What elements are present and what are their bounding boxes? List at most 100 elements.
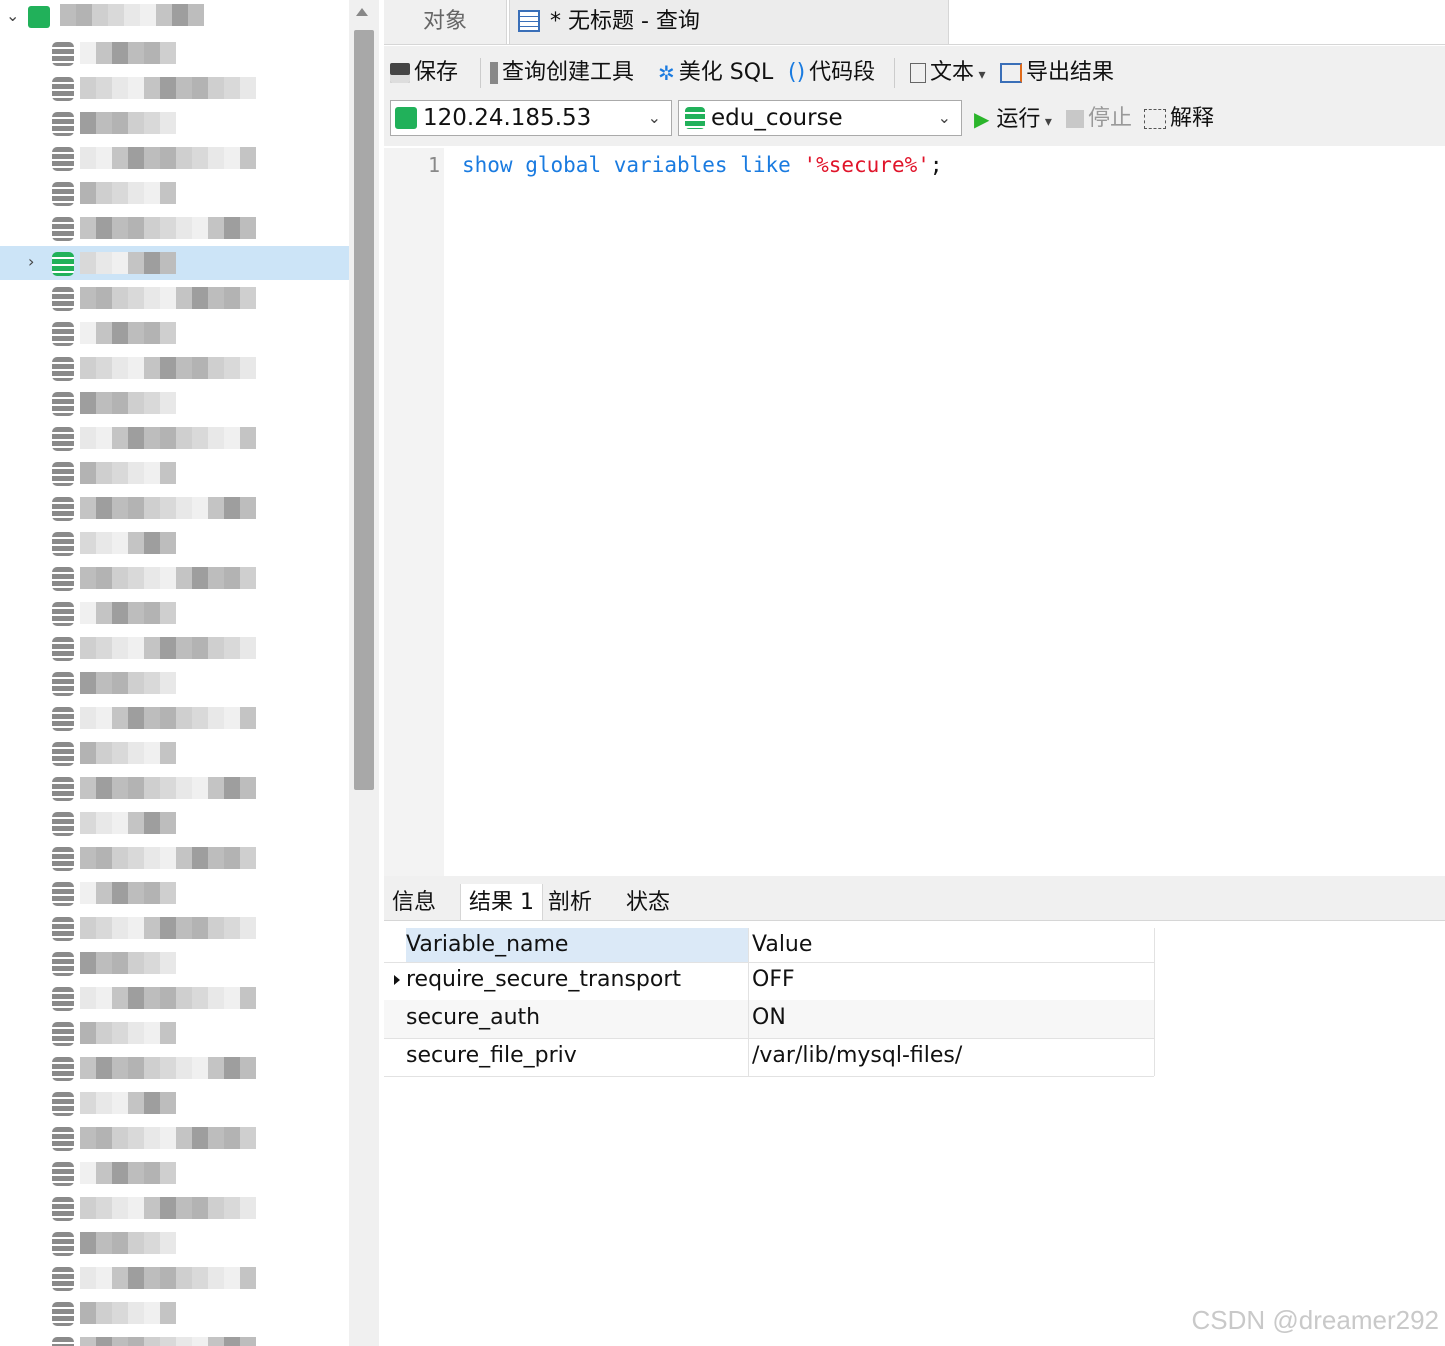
sql-code-line[interactable]: show global variables like '%secure%'; xyxy=(462,150,943,180)
database-node[interactable] xyxy=(0,1331,349,1346)
run-button[interactable]: ▶ 运行 ▾ xyxy=(974,104,1052,137)
database-node[interactable] xyxy=(0,211,349,245)
database-icon xyxy=(52,287,74,311)
cell-value[interactable]: OFF xyxy=(750,962,1155,1000)
column-header-value[interactable]: Value xyxy=(750,928,1155,962)
tab-query-label: * 无标题 - 查询 xyxy=(550,9,700,34)
database-node[interactable] xyxy=(0,701,349,735)
save-label: 保存 xyxy=(414,60,459,85)
database-node[interactable] xyxy=(0,1121,349,1155)
beautify-sql-button[interactable]: ✲ 美化 SQL xyxy=(658,58,773,88)
database-node[interactable] xyxy=(0,666,349,700)
database-node[interactable] xyxy=(0,36,349,70)
tab-status[interactable]: 状态 xyxy=(618,884,678,920)
text-mode-button[interactable]: 文本 ▾ xyxy=(910,58,986,90)
database-node[interactable] xyxy=(0,561,349,595)
database-node[interactable] xyxy=(0,281,349,315)
save-button[interactable]: 保存 xyxy=(390,58,458,88)
database-node[interactable] xyxy=(0,806,349,840)
connection-node[interactable]: ⌄ xyxy=(0,0,349,34)
tab-info[interactable]: 信息 xyxy=(384,884,444,920)
database-node[interactable]: › xyxy=(0,246,349,280)
tab-query[interactable]: * 无标题 - 查询 xyxy=(509,0,949,44)
database-node[interactable] xyxy=(0,911,349,945)
database-node[interactable] xyxy=(0,1261,349,1295)
redacted-database-name xyxy=(80,287,256,309)
database-node[interactable] xyxy=(0,771,349,805)
chevron-down-icon[interactable]: ⌄ xyxy=(6,6,19,25)
redacted-database-name xyxy=(80,1022,176,1044)
sql-editor[interactable]: 1 show global variables like '%secure%'; xyxy=(384,148,1445,876)
tab-profile[interactable]: 剖析 xyxy=(540,884,600,920)
export-label: 导出结果 xyxy=(1026,60,1115,85)
database-node[interactable] xyxy=(0,1156,349,1190)
database-icon xyxy=(52,1337,74,1346)
database-select[interactable]: edu_course ⌄ xyxy=(678,100,962,136)
database-node[interactable] xyxy=(0,596,349,630)
database-node[interactable] xyxy=(0,841,349,875)
cell-variable-name[interactable]: require_secure_transport xyxy=(406,962,749,1000)
tab-bar: 对象 * 无标题 - 查询 xyxy=(384,0,1445,45)
code-snippet-button[interactable]: () 代码段 xyxy=(788,58,875,88)
query-toolbar: 保存 查询创建工具 ✲ 美化 SQL () 代码段 文本 ▾ 导出结果 120.24… xyxy=(384,46,1445,146)
database-icon xyxy=(52,987,74,1011)
cell-value[interactable]: /var/lib/mysql-files/ xyxy=(750,1038,1155,1076)
database-node[interactable] xyxy=(0,456,349,490)
connection-icon xyxy=(395,107,417,129)
database-node[interactable] xyxy=(0,1226,349,1260)
redacted-connection-name xyxy=(60,4,204,26)
connection-select[interactable]: 120.24.185.53 ⌄ xyxy=(390,100,672,136)
database-icon xyxy=(52,252,74,276)
scrollbar-thumb[interactable] xyxy=(354,30,374,790)
database-node[interactable] xyxy=(0,981,349,1015)
database-node[interactable] xyxy=(0,491,349,525)
database-node[interactable] xyxy=(0,176,349,210)
query-builder-button[interactable]: 查询创建工具 xyxy=(490,58,634,88)
cell-variable-name[interactable]: secure_file_priv xyxy=(406,1038,749,1076)
database-node[interactable] xyxy=(0,421,349,455)
column-header-variable-name[interactable]: Variable_name xyxy=(406,928,749,962)
database-icon xyxy=(52,882,74,906)
database-node[interactable] xyxy=(0,141,349,175)
redacted-database-name xyxy=(80,182,176,204)
database-icon xyxy=(52,1267,74,1291)
database-node[interactable] xyxy=(0,1086,349,1120)
export-results-button[interactable]: 导出结果 xyxy=(1000,58,1114,88)
redacted-database-name xyxy=(80,567,256,589)
redacted-database-name xyxy=(80,392,176,414)
database-node[interactable] xyxy=(0,316,349,350)
database-node[interactable] xyxy=(0,106,349,140)
run-label: 运行 xyxy=(996,107,1041,132)
navigation-sidebar[interactable]: ⌄ › xyxy=(0,0,349,1346)
database-node[interactable] xyxy=(0,876,349,910)
database-icon xyxy=(52,1057,74,1081)
tab-result-1[interactable]: 结果 1 xyxy=(460,884,543,920)
chevron-down-icon: ⌄ xyxy=(647,108,661,127)
cell-value[interactable]: ON xyxy=(750,1000,1155,1038)
dropdown-arrow-icon[interactable]: ▾ xyxy=(974,67,985,83)
database-node[interactable] xyxy=(0,1016,349,1050)
redacted-database-name xyxy=(80,1232,176,1254)
dropdown-arrow-icon[interactable]: ▾ xyxy=(1040,114,1052,130)
database-node[interactable] xyxy=(0,1296,349,1330)
database-node[interactable] xyxy=(0,386,349,420)
chevron-right-icon[interactable]: › xyxy=(28,252,34,271)
tab-objects[interactable]: 对象 xyxy=(384,0,507,44)
database-node[interactable] xyxy=(0,526,349,560)
table-row[interactable]: require_secure_transport OFF xyxy=(384,962,1155,1001)
database-node[interactable] xyxy=(0,351,349,385)
explain-button[interactable]: 解释 xyxy=(1144,104,1214,134)
stop-button[interactable]: 停止 xyxy=(1066,104,1132,134)
database-node[interactable] xyxy=(0,71,349,105)
database-node[interactable] xyxy=(0,1191,349,1225)
table-row[interactable]: secure_file_priv /var/lib/mysql-files/ xyxy=(384,1038,1155,1077)
database-node[interactable] xyxy=(0,946,349,980)
table-row[interactable]: secure_auth ON xyxy=(384,1000,1155,1039)
cell-variable-name[interactable]: secure_auth xyxy=(406,1000,749,1038)
database-node[interactable] xyxy=(0,631,349,665)
database-node[interactable] xyxy=(0,736,349,770)
database-node[interactable] xyxy=(0,1051,349,1085)
scroll-up-arrow-icon[interactable] xyxy=(356,8,368,16)
